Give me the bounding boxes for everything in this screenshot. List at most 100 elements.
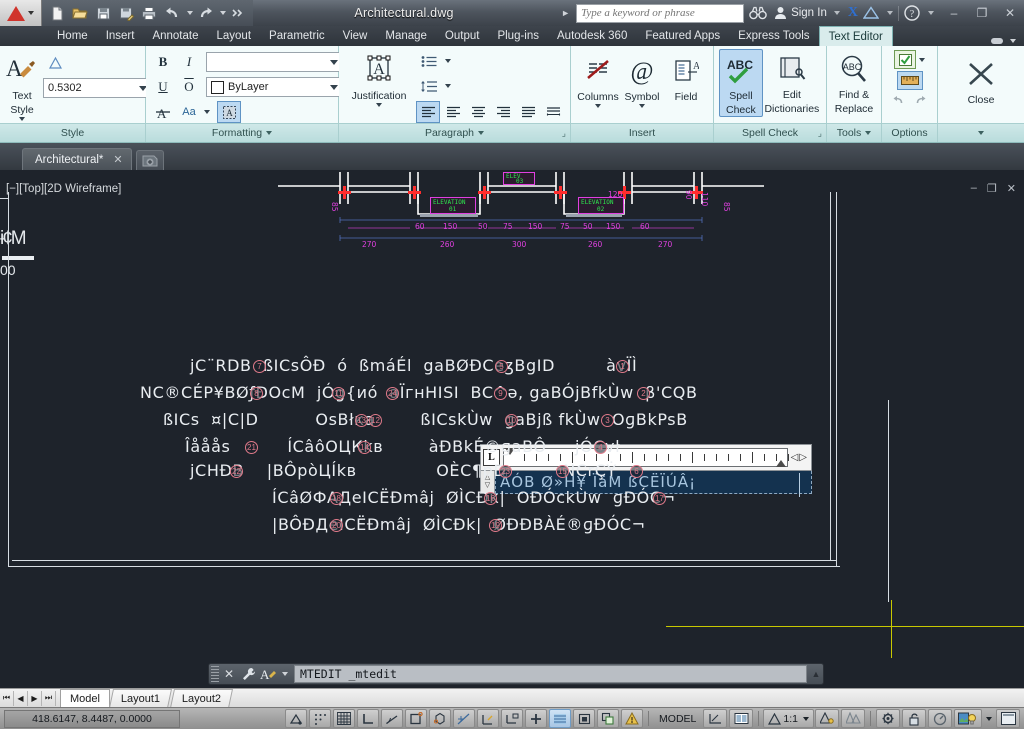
grip-point[interactable] <box>554 186 567 199</box>
tab-layout[interactable]: Layout <box>208 26 261 46</box>
chevron-down-icon[interactable] <box>376 103 382 107</box>
dynamic-ucs-toggle[interactable] <box>501 709 524 728</box>
minimize-button[interactable]: – <box>940 3 968 23</box>
close-icon[interactable]: ✕ <box>113 153 122 166</box>
underline-button[interactable]: U <box>151 76 175 98</box>
chevron-down-icon[interactable] <box>19 117 25 121</box>
undo-arrow-icon[interactable] <box>161 2 183 24</box>
ruler-left-arrow-icon[interactable]: ◁ <box>791 452 799 463</box>
grid-display-toggle[interactable] <box>333 709 356 728</box>
first-layout-button[interactable]: ⏮ <box>0 690 14 706</box>
model-space-button[interactable] <box>703 709 728 728</box>
save-as-icon[interactable] <box>115 2 137 24</box>
isolate-objects-button[interactable] <box>954 709 982 728</box>
clean-screen-button[interactable] <box>996 709 1020 728</box>
annotative-toggle-button[interactable] <box>43 52 67 74</box>
change-case-button[interactable]: Aa <box>177 101 201 123</box>
object-snap-tracking-toggle[interactable] <box>453 709 476 728</box>
close-button[interactable]: ✕ <box>996 3 1024 23</box>
open-folder-icon[interactable] <box>69 2 91 24</box>
drawing-viewport[interactable]: [−][Top][2D Wireframe] – ❐ ✕ ɨ¢M 00 <box>0 170 1024 658</box>
italic-button[interactable]: I <box>177 51 201 73</box>
align-right-button[interactable] <box>491 101 515 123</box>
chevron-down-icon[interactable] <box>1010 39 1016 43</box>
toolbar-lock-button[interactable] <box>902 709 926 728</box>
tab-view[interactable]: View <box>334 26 377 46</box>
align-center-button[interactable] <box>466 101 490 123</box>
text-style-button[interactable]: A Text Style <box>5 50 39 121</box>
tab-output[interactable]: Output <box>436 26 489 46</box>
grip-point[interactable] <box>408 186 421 199</box>
coordinates-display[interactable]: 418.6147, 8.4487, 0.0000 <box>4 709 180 728</box>
sign-in-dropdown-icon[interactable] <box>833 11 840 15</box>
tab-insert[interactable]: Insert <box>97 26 144 46</box>
grip-point[interactable] <box>478 186 491 199</box>
3d-object-snap-toggle[interactable] <box>429 709 452 728</box>
file-tab-architectural[interactable]: Architectural* ✕ <box>22 148 132 170</box>
workspace-switching-button[interactable] <box>876 709 900 728</box>
align-justify-button[interactable] <box>516 101 540 123</box>
selection-cycling-toggle[interactable] <box>597 709 620 728</box>
tab-parametric[interactable]: Parametric <box>260 26 334 46</box>
overline-button[interactable]: O <box>177 76 201 98</box>
tab-express-tools[interactable]: Express Tools <box>729 26 818 46</box>
chevron-down-icon[interactable] <box>330 84 338 90</box>
customize-wrench-icon[interactable] <box>239 667 259 681</box>
ruler-toggle-button[interactable] <box>896 71 923 90</box>
layout-tab-layout1[interactable]: Layout1 <box>108 688 173 708</box>
ribbon-display-options[interactable] <box>982 36 1024 46</box>
line-spacing-button[interactable] <box>416 75 442 97</box>
color-combo[interactable]: ByLayer <box>206 77 344 97</box>
auto-scale-button[interactable] <box>841 709 865 728</box>
hardware-accel-button[interactable] <box>928 709 952 728</box>
tab-plugins[interactable]: Plug-ins <box>488 26 548 46</box>
drawing-text-line[interactable]: |BÔÐДеІCËĐmâj ØÌCÐk| ØĐÐBÀÉ®ɡÐÓC¬ <box>272 515 646 534</box>
last-layout-button[interactable]: ⏭ <box>42 690 56 706</box>
search-box[interactable] <box>576 3 745 23</box>
annotation-visibility-button[interactable] <box>815 709 839 728</box>
bullets-numbering-button[interactable] <box>416 50 442 72</box>
close-icon[interactable]: ✕ <box>219 667 239 681</box>
paragraph-dialog-launcher[interactable]: ⌟ <box>562 128 566 139</box>
allow-ucs-toggle[interactable] <box>477 709 500 728</box>
command-line[interactable]: ✕ A MTEDIT _mtedit ▲ <box>208 663 824 685</box>
chevron-down-icon[interactable] <box>204 110 210 114</box>
redo-button[interactable] <box>911 92 931 108</box>
spell-check-dialog-launcher[interactable]: ⌟ <box>818 128 822 139</box>
ruler-arrows[interactable]: ◁ ▷ <box>791 452 809 463</box>
drawing-text-line[interactable]: jCHĐB |BÔрòЦÍkв OÈC¶рD NCrÇẎ <box>190 461 617 480</box>
tab-autodesk-360[interactable]: Autodesk 360 <box>548 26 636 46</box>
chevron-down-icon[interactable] <box>986 716 992 721</box>
title-dropdown-icon[interactable]: ► <box>555 8 576 18</box>
redo-dropdown-icon[interactable] <box>220 11 226 15</box>
redo-arrow-icon[interactable] <box>194 2 216 24</box>
close-text-editor-button[interactable]: Close <box>953 54 1009 106</box>
command-input[interactable]: MTEDIT _mtedit <box>294 665 807 683</box>
layout-tab-layout2[interactable]: Layout2 <box>170 688 234 708</box>
tab-manage[interactable]: Manage <box>376 26 436 46</box>
help-dropdown-icon[interactable] <box>928 11 934 15</box>
ortho-mode-toggle[interactable] <box>357 709 380 728</box>
autodesk-exchange-icon[interactable]: X <box>848 5 858 21</box>
snap-mode-toggle[interactable] <box>309 709 332 728</box>
chevron-down-icon[interactable] <box>595 104 601 108</box>
field-button[interactable]: A Field <box>664 51 708 103</box>
chevron-down-icon[interactable] <box>445 59 451 63</box>
undo-button[interactable] <box>889 92 909 108</box>
search-binoculars-icon[interactable] <box>748 4 768 22</box>
previous-layout-button[interactable]: ◀ <box>14 690 28 706</box>
annotation-scale-control[interactable]: 1:1 <box>763 709 814 728</box>
bold-button[interactable]: B <box>151 51 175 73</box>
find-replace-button[interactable]: ABC Find & Replace <box>832 49 876 115</box>
symbol-button[interactable]: @ Symbol <box>620 51 664 108</box>
lineweight-toggle[interactable] <box>549 709 572 728</box>
sign-in-button[interactable]: Sign In <box>774 6 840 20</box>
tab-home[interactable]: Home <box>48 26 97 46</box>
edit-dictionaries-button[interactable]: Edit Dictionaries <box>763 49 821 115</box>
application-menu-button[interactable] <box>0 0 42 26</box>
align-distributed-button[interactable] <box>541 101 565 123</box>
save-disk-icon[interactable] <box>92 2 114 24</box>
command-line-grip[interactable] <box>211 666 219 682</box>
next-layout-button[interactable]: ▶ <box>28 690 42 706</box>
restore-button[interactable]: ❐ <box>968 3 996 23</box>
